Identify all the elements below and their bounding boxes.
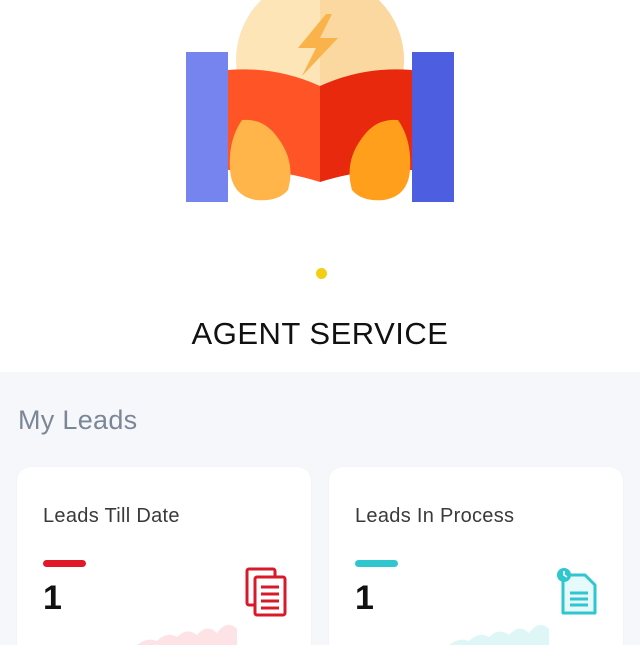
carousel-dot-active[interactable] — [316, 268, 327, 279]
leads-in-process-card[interactable]: Leads In Process 1 — [329, 467, 623, 645]
hero-banner: AGENT SERVICE — [0, 0, 640, 372]
card-title: Leads Till Date — [43, 505, 180, 527]
card-title: Leads In Process — [355, 505, 515, 527]
my-leads-section: My Leads Leads Till Date 1 Leads In Proc… — [0, 372, 640, 645]
leads-till-date-card[interactable]: Leads Till Date 1 — [17, 467, 311, 645]
trend-sparkline — [137, 624, 237, 645]
section-heading: My Leads — [18, 405, 138, 435]
lead-count: 1 — [355, 579, 374, 617]
lead-count: 1 — [43, 579, 62, 617]
document-clock-icon — [557, 568, 597, 615]
open-book-lightning-icon — [186, 0, 454, 202]
page-title: AGENT SERVICE — [191, 316, 449, 351]
accent-bar — [43, 560, 86, 567]
trend-sparkline — [449, 624, 549, 645]
accent-bar — [355, 560, 398, 567]
documents-icon — [245, 567, 287, 617]
